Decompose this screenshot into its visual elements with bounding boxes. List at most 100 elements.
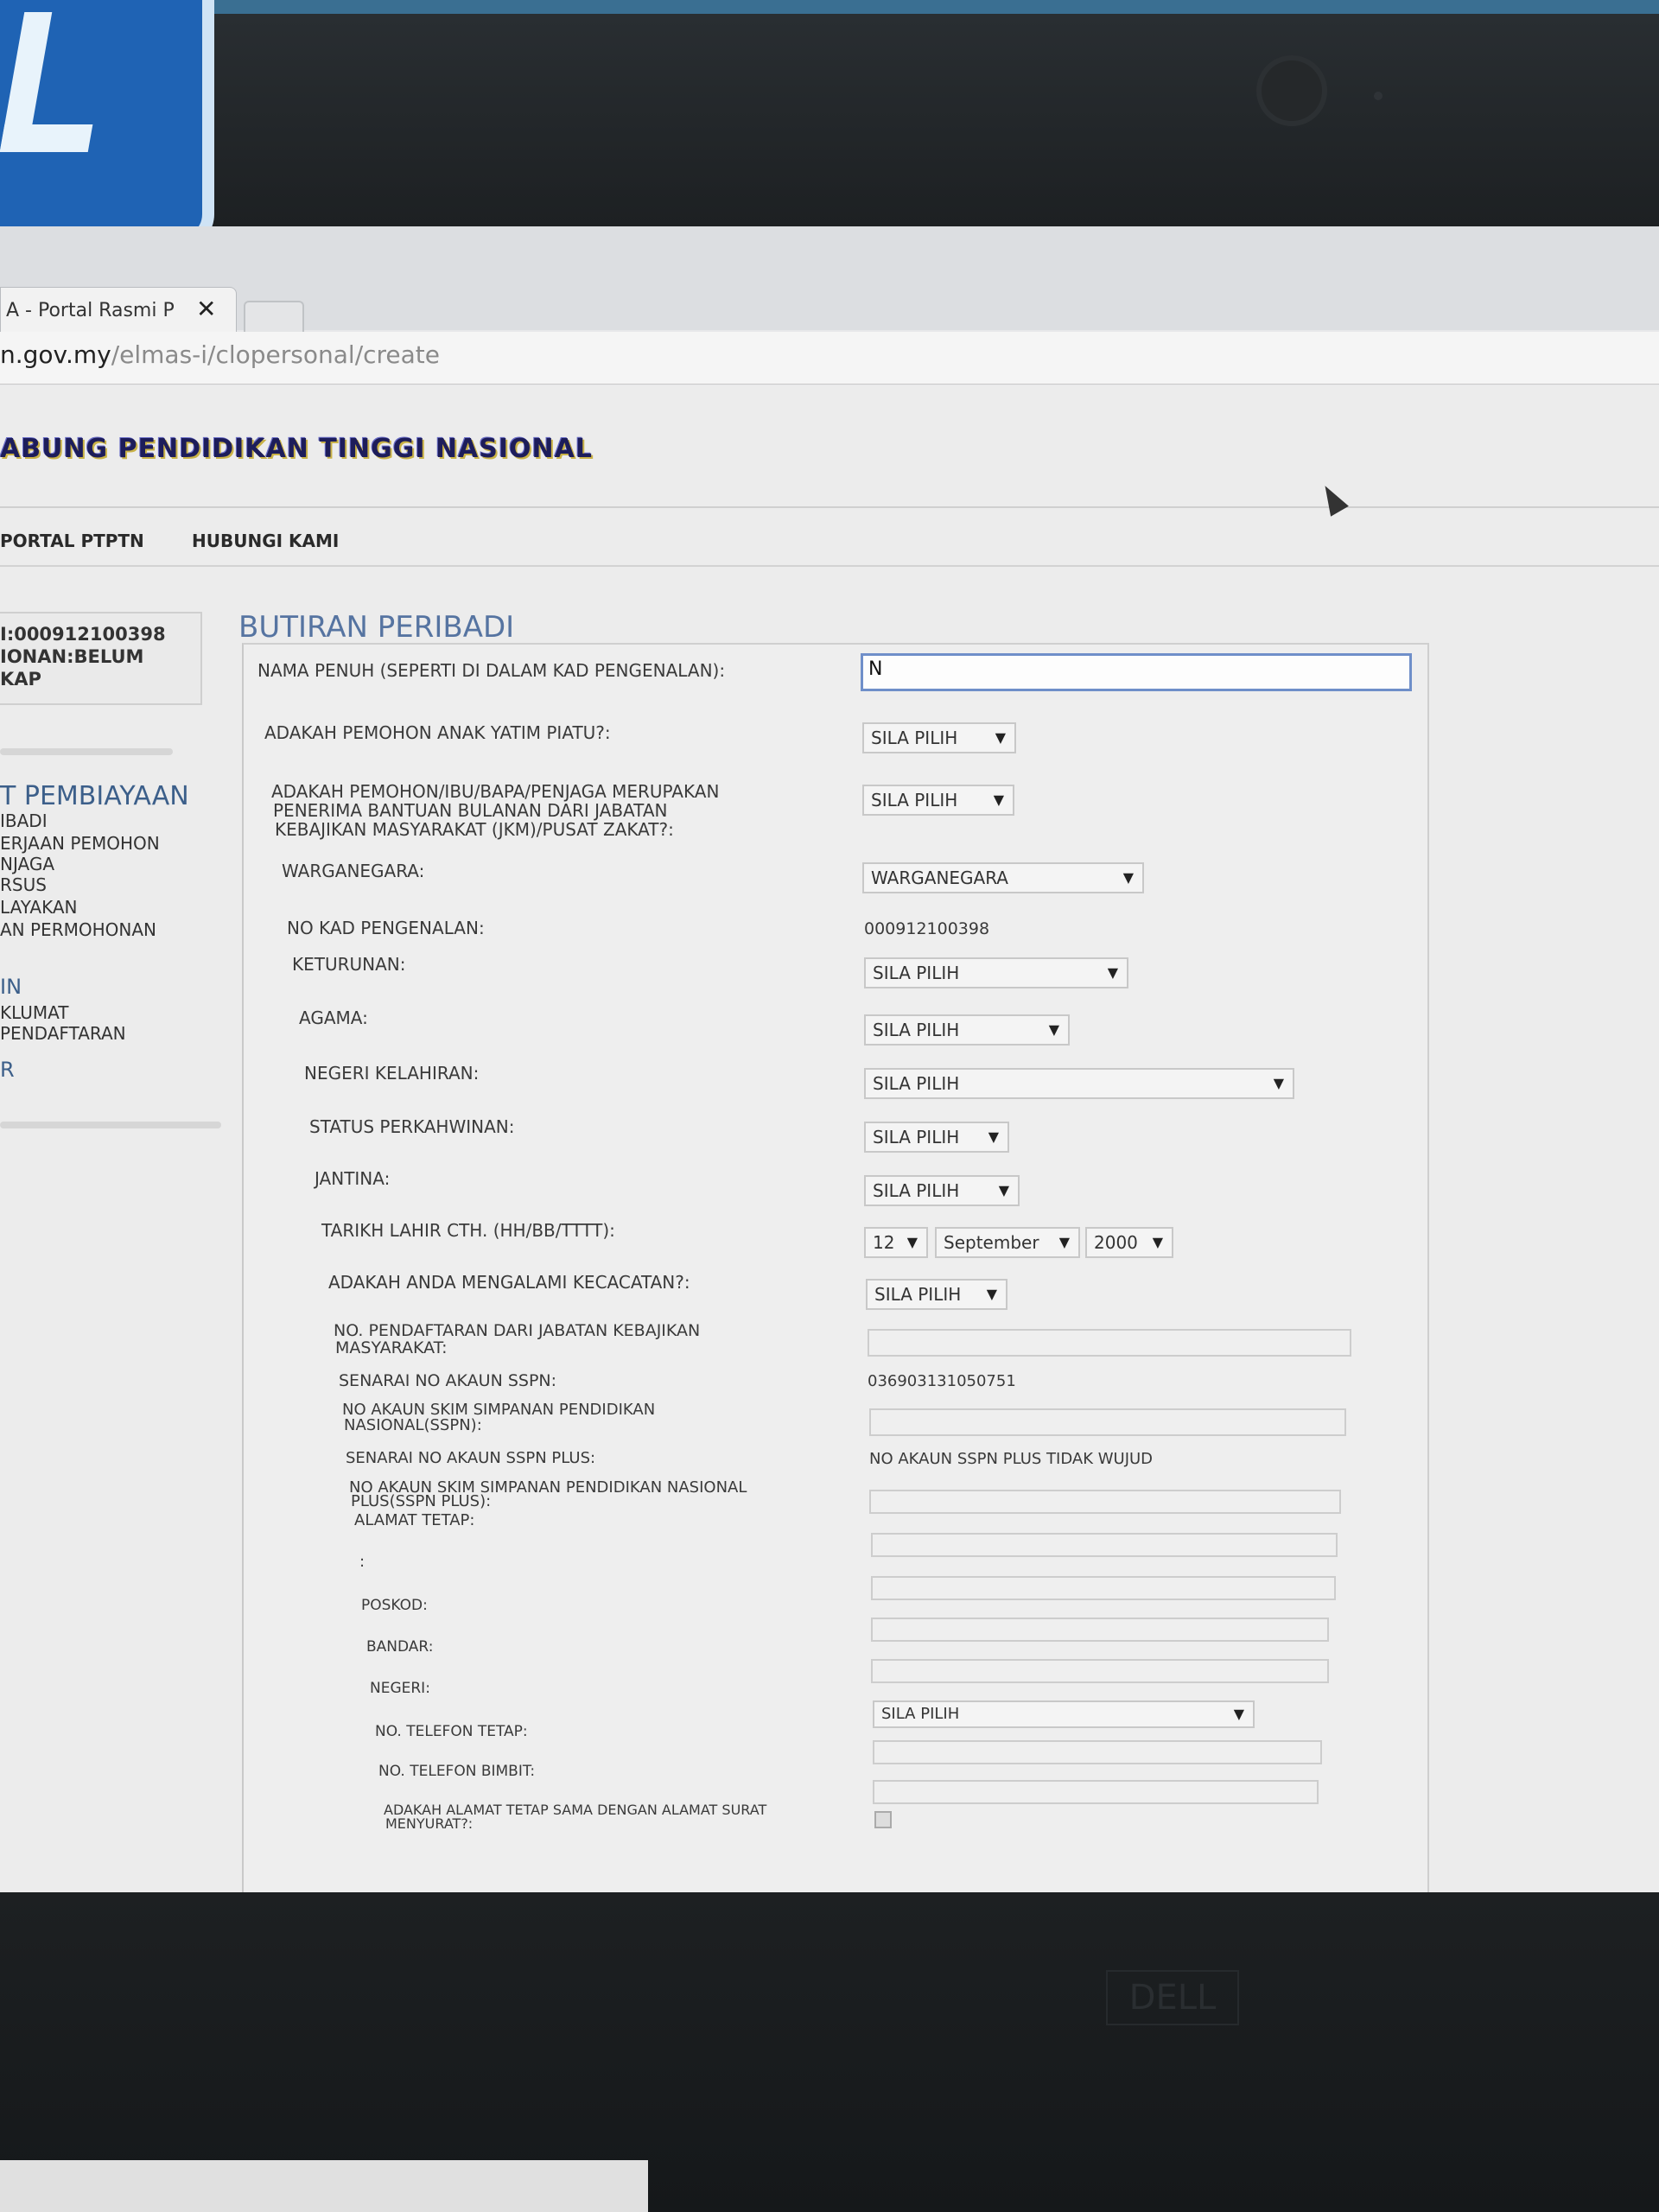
lahir-day-value: 12 [873, 1232, 895, 1253]
nav-portal-ptptn[interactable]: PORTAL PTPTN [0, 531, 144, 551]
webcam-icon [1262, 60, 1322, 121]
tel-bimbit-input[interactable] [873, 1780, 1319, 1804]
alamat-input-1[interactable] [871, 1533, 1338, 1557]
applicant-info-box: I:000912100398 IONAN:BELUM KAP [0, 612, 202, 705]
warganegara-select[interactable]: WARGANEGARA ▼ [862, 862, 1144, 893]
sspn-list-value: 036903131050751 [868, 1372, 1016, 1390]
kahwin-value: SILA PILIH [873, 1127, 960, 1147]
screen: A - Portal Rasmi P ✕ n.gov.my/elmas-i/cl… [0, 226, 1659, 1892]
close-tab-icon[interactable]: ✕ [196, 295, 216, 323]
chevron-down-icon: ▼ [986, 1286, 997, 1302]
sticker-glyph [0, 12, 113, 152]
sidebar-link-penjaga[interactable]: NJAGA [0, 854, 54, 874]
nama-label: NAMA PENUH (SEPERTI DI DALAM KAD PENGENA… [257, 660, 726, 681]
negeri-select[interactable]: SILA PILIH ▼ [873, 1700, 1255, 1728]
sidebar-link-permohonan[interactable]: AN PERMOHONAN [0, 919, 156, 940]
nokp-value: 000912100398 [864, 919, 990, 938]
url-path: /elmas-i/clopersonal/create [111, 340, 441, 369]
negeri-lahir-select[interactable]: SILA PILIH ▼ [864, 1068, 1294, 1099]
sspnplus-list-value: NO AKAUN SSPN PLUS TIDAK WUJUD [869, 1450, 1154, 1468]
sspnplus-input[interactable] [869, 1490, 1341, 1514]
url-host: n.gov.my [0, 340, 111, 369]
negeri-label: NEGERI: [370, 1680, 430, 1697]
application-status: IONAN:BELUM [0, 646, 144, 667]
sspnplus-list-label: SENARAI NO AKAUN SSPN PLUS: [346, 1449, 596, 1467]
sidebar-heading-pembiayaan: T PEMBIAYAAN [0, 781, 189, 811]
sama-checkbox[interactable] [874, 1811, 892, 1828]
address-bar[interactable]: n.gov.my/elmas-i/clopersonal/create [0, 332, 1659, 385]
sidebar-link-kursus[interactable]: RSUS [0, 874, 47, 895]
section-title: BUTIRAN PERIBADI [238, 610, 515, 645]
negeri-lahir-value: SILA PILIH [873, 1073, 960, 1094]
webcam-led-icon [1374, 92, 1382, 100]
bandar-label: BANDAR: [366, 1638, 434, 1656]
chevron-down-icon: ▼ [988, 1128, 999, 1145]
chevron-down-icon: ▼ [1107, 964, 1118, 981]
bantuan-label-2: PENERIMA BANTUAN BULANAN DARI JABATAN [273, 800, 668, 821]
sidebar-divider [0, 748, 173, 755]
lahir-year-value: 2000 [1094, 1232, 1138, 1253]
jantina-value: SILA PILIH [873, 1180, 960, 1201]
agama-select[interactable]: SILA PILIH ▼ [864, 1014, 1070, 1046]
nav-hubungi-kami[interactable]: HUBUNGI KAMI [192, 531, 339, 551]
jantina-select[interactable]: SILA PILIH ▼ [864, 1175, 1020, 1206]
tel-bimbit-label: NO. TELEFON BIMBIT: [378, 1763, 536, 1780]
sidebar-link-kelayakan[interactable]: LAYAKAN [0, 897, 77, 918]
chevron-down-icon: ▼ [1058, 1234, 1070, 1250]
kahwin-select[interactable]: SILA PILIH ▼ [864, 1122, 1009, 1153]
tel-tetap-label: NO. TELEFON TETAP: [375, 1723, 528, 1740]
jkm-input[interactable] [868, 1329, 1351, 1357]
negeri-lahir-label: NEGERI KELAHIRAN: [304, 1063, 480, 1084]
background-strip [181, 0, 1659, 14]
monitor-brand-logo: DELL [1106, 1970, 1239, 2025]
sidebar-link-maklumat[interactable]: KLUMAT [0, 1002, 69, 1023]
kecacatan-label: ADAKAH ANDA MENGALAMI KECACATAN?: [328, 1272, 690, 1293]
yatim-label: ADAKAH PEMOHON ANAK YATIM PIATU?: [264, 722, 611, 743]
keturunan-value: SILA PILIH [873, 963, 960, 983]
chevron-down-icon: ▼ [993, 791, 1004, 808]
chevron-down-icon: ▼ [1048, 1021, 1059, 1038]
poskod-input[interactable] [871, 1618, 1329, 1642]
sspn-list-label: SENARAI NO AKAUN SSPN: [339, 1371, 557, 1390]
lahir-label: TARIKH LAHIR CTH. (HH/BB/TTTT): [321, 1220, 615, 1241]
chevron-down-icon: ▼ [1273, 1075, 1284, 1091]
chevron-down-icon: ▼ [906, 1234, 918, 1250]
sspn-input[interactable] [869, 1408, 1346, 1436]
chevron-down-icon: ▼ [995, 729, 1006, 746]
lahir-month-value: September [944, 1232, 1039, 1253]
nokp-label: NO KAD PENGENALAN: [287, 918, 485, 938]
yatim-select[interactable]: SILA PILIH ▼ [862, 722, 1016, 753]
kecacatan-select[interactable]: SILA PILIH ▼ [866, 1279, 1007, 1310]
negeri-value: SILA PILIH [881, 1705, 960, 1723]
sama-label-2: MENYURAT?: [385, 1815, 474, 1832]
chevron-down-icon: ▼ [1233, 1706, 1244, 1722]
lahir-month-select[interactable]: September ▼ [935, 1227, 1080, 1258]
browser-tab[interactable]: A - Portal Rasmi P ✕ [0, 287, 237, 333]
mouse-cursor-icon [1316, 480, 1349, 517]
nama-input[interactable]: N [861, 653, 1412, 691]
new-tab-button[interactable] [244, 301, 304, 332]
poskod-label: POSKOD: [361, 1597, 428, 1614]
bandar-input[interactable] [871, 1659, 1329, 1683]
jkm-label-2: MASYARAKAT: [335, 1338, 448, 1357]
application-status-cont: KAP [0, 669, 41, 690]
lahir-day-select[interactable]: 12 ▼ [864, 1227, 928, 1258]
background-surface [0, 2160, 648, 2212]
url-text[interactable]: n.gov.my/elmas-i/clopersonal/create [0, 340, 440, 369]
monitor-bezel-top [0, 0, 1659, 259]
bantuan-select[interactable]: SILA PILIH ▼ [862, 785, 1014, 816]
keturunan-select[interactable]: SILA PILIH ▼ [864, 957, 1128, 988]
bantuan-label-1: ADAKAH PEMOHON/IBU/BAPA/PENJAGA MERUPAKA… [271, 781, 720, 802]
lahir-year-select[interactable]: 2000 ▼ [1085, 1227, 1173, 1258]
sticker-logo [0, 0, 214, 249]
sidebar-link-pendaftaran[interactable]: PENDAFTARAN [0, 1023, 126, 1044]
sidebar-heading-3: R [0, 1058, 15, 1082]
chevron-down-icon: ▼ [1122, 869, 1134, 886]
jantina-label: JANTINA: [315, 1168, 391, 1189]
yatim-value: SILA PILIH [871, 728, 958, 748]
alamat-input-2[interactable] [871, 1576, 1336, 1600]
sidebar-link-peribadi[interactable]: IBADI [0, 810, 48, 831]
sidebar-link-pekerjaan[interactable]: ERJAAN PEMOHON [0, 833, 160, 854]
sidebar-heading-2: IN [0, 975, 22, 999]
tel-tetap-input[interactable] [873, 1740, 1322, 1764]
